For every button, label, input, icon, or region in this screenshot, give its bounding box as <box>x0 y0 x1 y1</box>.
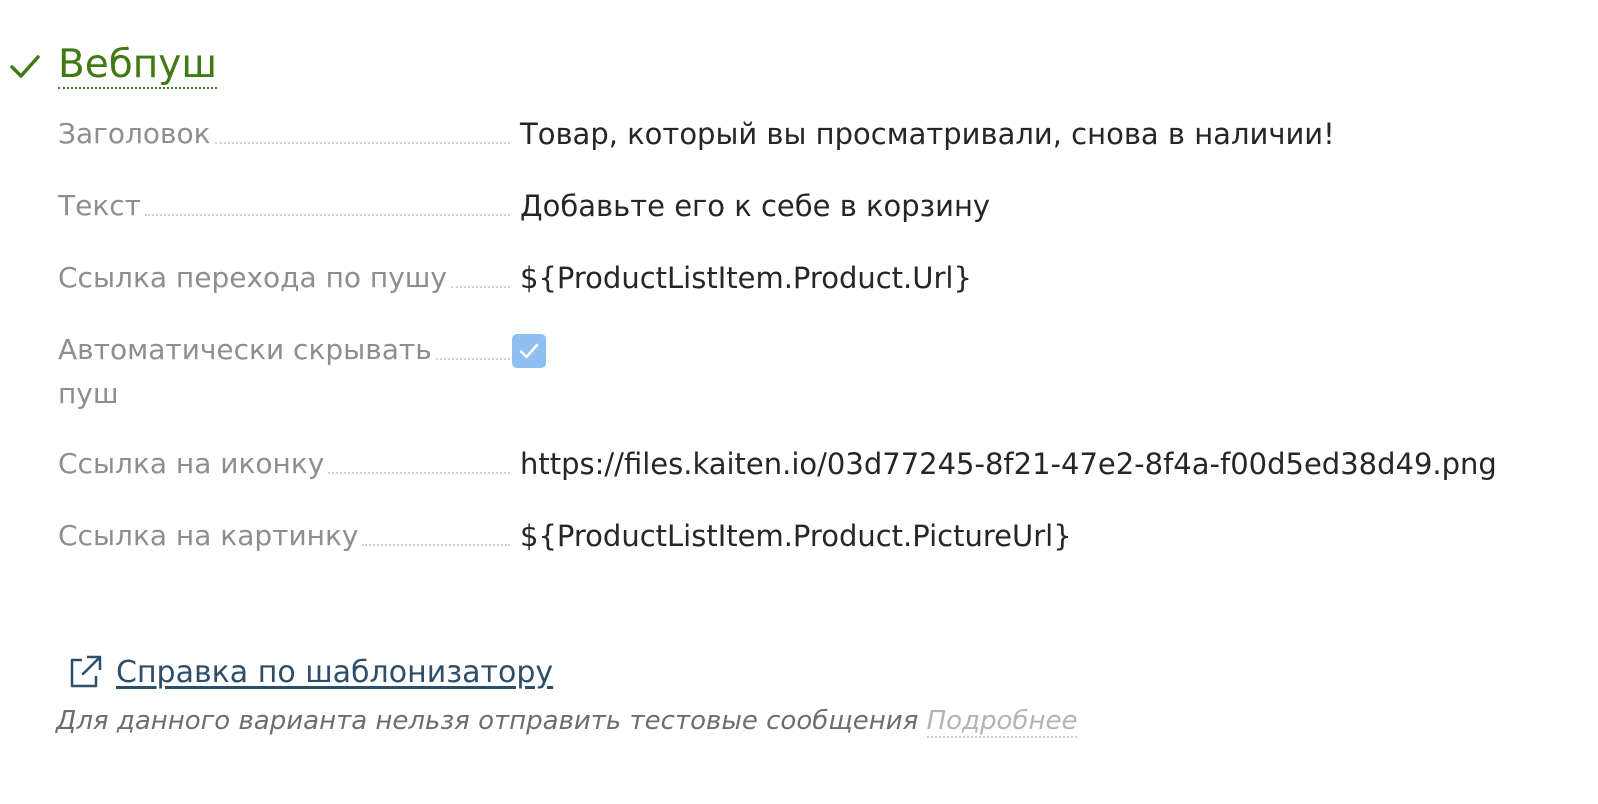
field-value: Товар, который вы просматривали, снова в… <box>520 117 1335 151</box>
section-header: Вебпуш <box>8 40 218 92</box>
dotted-leader <box>144 214 510 216</box>
checkmark-icon <box>519 343 539 359</box>
dotted-leader <box>450 286 510 288</box>
check-icon <box>8 49 42 83</box>
field-label: Текст <box>58 189 141 222</box>
field-label: Ссылка на иконку <box>58 447 325 480</box>
field-row-autohide: Автоматически скрывать пуш <box>58 328 1578 442</box>
fields-list: Заголовок Товар, который вы просматривал… <box>58 112 1578 586</box>
template-help: Справка по шаблонизатору <box>64 652 553 692</box>
field-label: Ссылка перехода по пушу <box>58 261 447 294</box>
field-value: https://files.kaiten.io/03d77245-8f21-47… <box>520 447 1497 481</box>
field-label-continued: пуш <box>58 377 119 410</box>
autohide-checkbox[interactable] <box>512 334 546 368</box>
field-value: Добавьте его к себе в корзину <box>520 189 991 223</box>
field-label: Ссылка на картинку <box>58 519 359 552</box>
test-messages-note: Для данного варианта нельзя отправить те… <box>56 706 1078 738</box>
dotted-leader <box>435 358 510 360</box>
dotted-leader <box>214 142 510 144</box>
more-info-link[interactable]: Подробнее <box>926 706 1078 738</box>
field-row-text: Текст Добавьте его к себе в корзину <box>58 184 1578 256</box>
section-title[interactable]: Вебпуш <box>58 42 218 90</box>
field-value: ${ProductListItem.Product.PictureUrl} <box>520 519 1072 553</box>
dotted-leader <box>362 544 510 546</box>
field-row-title: Заголовок Товар, который вы просматривал… <box>58 112 1578 184</box>
field-value: ${ProductListItem.Product.Url} <box>520 261 972 295</box>
note-text: Для данного варианта нельзя отправить те… <box>56 706 919 736</box>
dotted-leader <box>328 472 510 474</box>
field-row-picture-link: Ссылка на картинку ${ProductListItem.Pro… <box>58 514 1578 586</box>
external-link-icon[interactable] <box>64 652 104 692</box>
field-label: Заголовок <box>58 117 211 150</box>
field-row-push-link: Ссылка перехода по пушу ${ProductListIte… <box>58 256 1578 328</box>
field-row-icon-link: Ссылка на иконку https://files.kaiten.io… <box>58 442 1578 514</box>
field-label: Автоматически скрывать <box>58 333 432 366</box>
template-help-link[interactable]: Справка по шаблонизатору <box>116 655 553 690</box>
